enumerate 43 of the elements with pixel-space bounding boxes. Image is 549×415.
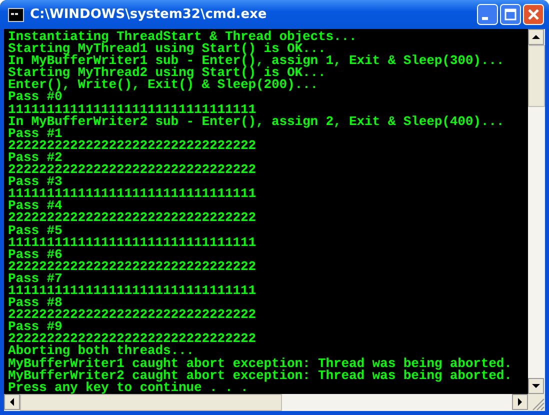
console-line: 22222222222222222222222222222222	[8, 333, 258, 346]
console-icon	[8, 8, 24, 22]
console-line: Aborting both threads...	[8, 345, 194, 358]
console-line: Pass #0	[8, 91, 62, 104]
console-line: Pass #4	[8, 200, 62, 212]
console-line: In MyBufferWriter2 sub - Enter(), assign 2, Exit & Sleep(400)...	[8, 116, 506, 128]
console-line: Starting MyThread2 using Start() is OK...	[8, 67, 326, 80]
window-title: C:\WINDOWS\system32\cmd.exe	[30, 7, 268, 22]
console-line: Pass #2	[8, 152, 62, 164]
close-icon[interactable]	[523, 4, 544, 25]
scrollbar-thumb[interactable]	[528, 45, 545, 107]
console-line: 11111111111111111111111111111111	[8, 104, 256, 116]
console-line: 22222222222222222222222222222222	[8, 260, 258, 273]
console-line: Pass #1	[8, 128, 62, 140]
console-line: Starting MyThread1 using Start() is OK...	[8, 43, 326, 56]
console-line: Pass #8	[8, 297, 62, 310]
console-line: Press any key to continue . . .	[8, 382, 248, 394]
console-line: 11111111111111111111111111111111	[8, 236, 258, 249]
console-line: Pass #3	[8, 176, 62, 188]
scroll-down-icon[interactable]	[528, 378, 544, 394]
console-line: MyBufferWriter2 caught abort exception: Thread was being aborted.	[8, 370, 513, 382]
console-line: In MyBufferWriter1 sub - Enter(), assign 1, Exit & Sleep(300)...	[8, 55, 506, 68]
maximize-icon[interactable]	[500, 4, 521, 25]
scrollbar-thumb[interactable]	[20, 394, 282, 411]
console-line: MyBufferWriter1 caught abort exception: Thread was being aborted.	[8, 358, 513, 370]
console-line: Enter(), Write(), Exit() & Sleep(200)...	[8, 79, 320, 92]
console-line: 22222222222222222222222222222222	[8, 309, 258, 322]
minimize-icon[interactable]	[477, 4, 498, 25]
scroll-up-icon[interactable]	[528, 29, 544, 45]
console-line: Pass #9	[8, 321, 62, 334]
console-line: 22222222222222222222222222222222	[8, 212, 258, 224]
console-line: Pass #6	[8, 248, 62, 261]
console-line: 11111111111111111111111111111111	[8, 284, 258, 298]
scroll-right-icon[interactable]	[512, 394, 528, 410]
vertical-scrollbar[interactable]	[528, 29, 545, 394]
console-line: 22222222222222222222222222222222	[8, 140, 258, 152]
console-line: 11111111111111111111111111111111	[8, 188, 258, 200]
scroll-left-icon[interactable]	[4, 394, 20, 410]
console-line: Pass #7	[8, 272, 62, 285]
console-line: 22222222222222222222222222222222	[8, 164, 258, 176]
console-line: Instantiating ThreadStart & Thread objects...	[8, 31, 358, 44]
console-line: Pass #5	[8, 224, 64, 237]
horizontal-scrollbar[interactable]	[4, 394, 528, 411]
